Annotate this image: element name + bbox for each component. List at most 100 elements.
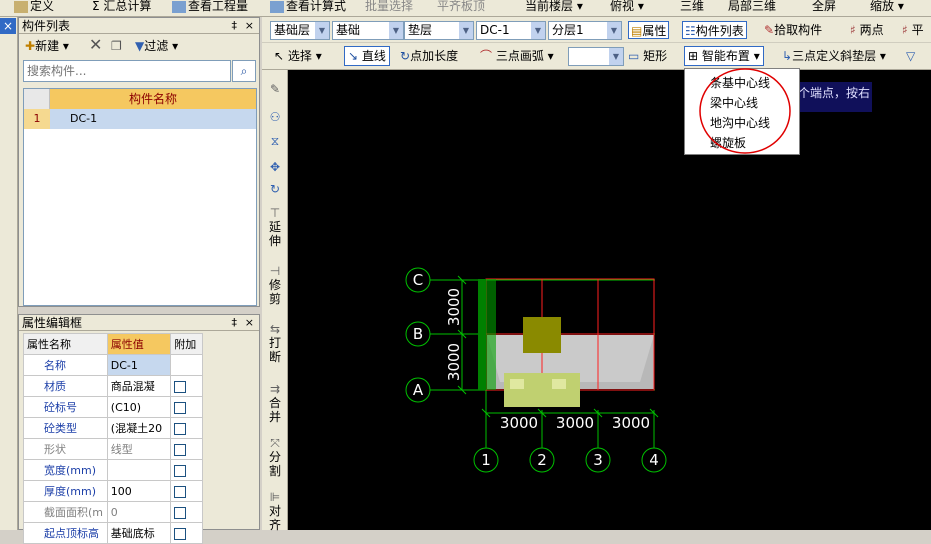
chevron-down-icon: ▼ xyxy=(459,22,473,39)
menu-view-formula[interactable]: 查看计算式 xyxy=(270,0,346,15)
property-value-cell[interactable]: 线型 xyxy=(106,438,172,460)
menu-define[interactable]: 定义 xyxy=(14,0,54,15)
component-select[interactable]: DC-1 ▼ xyxy=(476,21,546,40)
break-button[interactable]: 打断 xyxy=(266,336,284,364)
property-editor-panel: 属性编辑框 ‡ × 属性名称 属性值 附加 名称 DC-1 材质 商品混凝 砼标号 (C1… xyxy=(18,314,260,544)
align-icon: ⊫ xyxy=(269,490,281,504)
table-row[interactable]: 厚度(mm) 100 xyxy=(23,480,203,502)
search-icon[interactable]: ⌕ xyxy=(232,60,256,82)
point-length-button[interactable]: ↻点加长度 xyxy=(400,47,458,65)
property-editor-title: 属性编辑框 xyxy=(22,316,83,330)
table-row[interactable]: 名称 DC-1 xyxy=(23,354,203,376)
copy-icon[interactable]: ❐ xyxy=(111,37,122,55)
menu-zoom[interactable]: 缩放 ▾ xyxy=(870,0,904,15)
select-button[interactable]: ↖ 选择 ▾ xyxy=(274,47,322,65)
component-table-header: 构件名称 xyxy=(24,89,256,109)
pin-icon[interactable]: ‡ xyxy=(232,315,238,331)
close-icon[interactable]: × xyxy=(245,18,254,34)
menu-top-view[interactable]: 俯视 ▾ xyxy=(610,0,644,15)
filter-button[interactable]: ▼过滤 ▾ xyxy=(135,37,178,55)
mirror-icon[interactable]: ⧖ xyxy=(266,134,284,148)
pick-component-button[interactable]: ✎拾取构件 xyxy=(764,21,822,39)
extra-checkbox[interactable] xyxy=(174,485,187,498)
three-point-slope-button[interactable]: ↳三点定义斜垫层 ▾ xyxy=(782,47,886,65)
extra-checkbox[interactable] xyxy=(174,422,187,435)
trim-button[interactable]: 修剪 xyxy=(266,278,284,306)
extra-checkbox[interactable] xyxy=(174,506,187,519)
property-value-cell[interactable]: (C10) xyxy=(106,396,172,418)
two-points-button[interactable]: ♯ 两点 xyxy=(850,21,884,39)
menu-batch-select[interactable]: 批量选择 xyxy=(365,0,413,15)
footing-pad[interactable] xyxy=(504,373,580,407)
row-spacing-label: 3000 xyxy=(445,343,463,381)
floor-select[interactable]: 基础层 ▼ xyxy=(270,21,330,40)
property-button[interactable]: ▤属性 xyxy=(628,21,670,39)
brush-icon[interactable]: ✎ xyxy=(266,82,284,96)
column-block[interactable] xyxy=(523,317,561,353)
extra-checkbox[interactable] xyxy=(174,527,187,540)
merge-icon: ⇉ xyxy=(269,382,281,396)
delete-icon[interactable]: ✕ xyxy=(89,36,102,54)
line-button[interactable]: ↘ 直线 xyxy=(344,46,390,66)
copy-icon[interactable]: ⚇ xyxy=(266,110,284,124)
more-tools-icon[interactable]: ▽ xyxy=(906,47,915,65)
extra-checkbox[interactable] xyxy=(174,443,187,456)
table-row[interactable]: 起点顶标高 基础底标 xyxy=(23,522,203,544)
table-row[interactable]: 砼标号 (C10) xyxy=(23,396,203,418)
property-value-cell[interactable]: 0 xyxy=(106,501,172,523)
parallel-button[interactable]: ♯ 平 xyxy=(902,21,924,39)
new-button[interactable]: ✚新建 ▾ xyxy=(25,37,69,55)
menu-local-3d[interactable]: 局部三维 xyxy=(728,0,776,15)
layer-select[interactable]: 分层1 ▼ xyxy=(548,21,622,40)
drawing-canvas[interactable]: C B A 1 2 3 4 3000 3000 3000 3000 3000 xyxy=(288,70,931,530)
component-list-toolbar: ✚新建 ▾ ✕ ❐ ▼过滤 ▾ xyxy=(19,34,259,58)
split-button[interactable]: 分割 xyxy=(266,450,284,478)
extra-checkbox[interactable] xyxy=(174,380,187,393)
table-row[interactable]: 截面面积(m 0 xyxy=(23,501,203,523)
menu-view-quantity[interactable]: 查看工程量 xyxy=(172,0,248,15)
property-extra-cell xyxy=(170,354,203,376)
merge-button[interactable]: 合并 xyxy=(266,396,284,424)
table-row[interactable]: 宽度(mm) xyxy=(23,459,203,481)
menu-current-floor[interactable]: 当前楼层 ▾ xyxy=(525,0,583,15)
property-value-cell[interactable]: 基础底标 xyxy=(106,522,172,544)
rotate-icon[interactable]: ↻ xyxy=(266,182,284,196)
property-name-cell: 起点顶标高 xyxy=(23,522,108,544)
col-spacing-label: 3000 xyxy=(556,414,594,432)
rectangle-button[interactable]: ▭ 矩形 xyxy=(628,47,667,65)
component-list-panel: 构件列表 ‡ × ✚新建 ▾ ✕ ❐ ▼过滤 ▾ ⌕ 构件名称 1 DC-1 xyxy=(18,17,260,307)
property-value-cell[interactable] xyxy=(106,459,172,481)
table-row[interactable]: 材质 商品混凝 xyxy=(23,375,203,397)
category-select[interactable]: 基础 ▼ xyxy=(332,21,404,40)
move-icon[interactable]: ✥ xyxy=(266,160,284,174)
green-wall[interactable] xyxy=(478,279,486,390)
menu-fullscreen[interactable]: 全屏 xyxy=(812,0,836,15)
extend-button[interactable]: 延伸 xyxy=(266,220,284,248)
property-value-cell[interactable]: DC-1 xyxy=(106,354,172,376)
table-row[interactable]: 形状 线型 xyxy=(23,438,203,460)
property-value-cell[interactable]: 商品混凝 xyxy=(106,375,172,397)
smart-layout-button[interactable]: ⊞ 智能布置 ▾ xyxy=(684,46,764,66)
align-button[interactable]: 对齐 xyxy=(266,504,284,532)
menu-summary-calc[interactable]: Σ 汇总计算 xyxy=(92,0,151,15)
menu-align-slab-top[interactable]: 平齐板顶 xyxy=(437,0,485,15)
close-icon[interactable]: × xyxy=(245,315,254,331)
component-list-button[interactable]: ☷构件列表 xyxy=(682,21,747,39)
property-value-cell[interactable]: (混凝土20 xyxy=(106,417,172,439)
pin-icon[interactable]: ‡ xyxy=(232,18,238,34)
property-value-cell[interactable]: 100 xyxy=(106,480,172,502)
extra-checkbox[interactable] xyxy=(174,464,187,477)
extra-checkbox[interactable] xyxy=(174,401,187,414)
axis-label-b: B xyxy=(413,325,423,343)
row-index-header xyxy=(24,89,50,109)
type-select[interactable]: 垫层 ▼ xyxy=(404,21,474,40)
table-row[interactable]: 1 DC-1 xyxy=(24,109,256,129)
three-point-arc-button[interactable]: ⌒ 三点画弧 ▾ xyxy=(480,47,554,65)
arc-option-select[interactable]: ▼ xyxy=(568,47,624,66)
search-input[interactable] xyxy=(23,60,231,82)
edit-vertical-toolbar: ✎ ⚇ ⧖ ✥ ↻ ⊤ 延伸 ⊣ 修剪 ⇆ 打断 ⇉ 合并 ⤧ 分割 ⊫ 对齐 xyxy=(262,70,288,532)
menu-3d[interactable]: 三维 xyxy=(680,0,704,15)
table-row[interactable]: 砼类型 (混凝土20 xyxy=(23,417,203,439)
search-row: ⌕ xyxy=(19,58,259,84)
close-icon[interactable]: × xyxy=(0,18,16,34)
